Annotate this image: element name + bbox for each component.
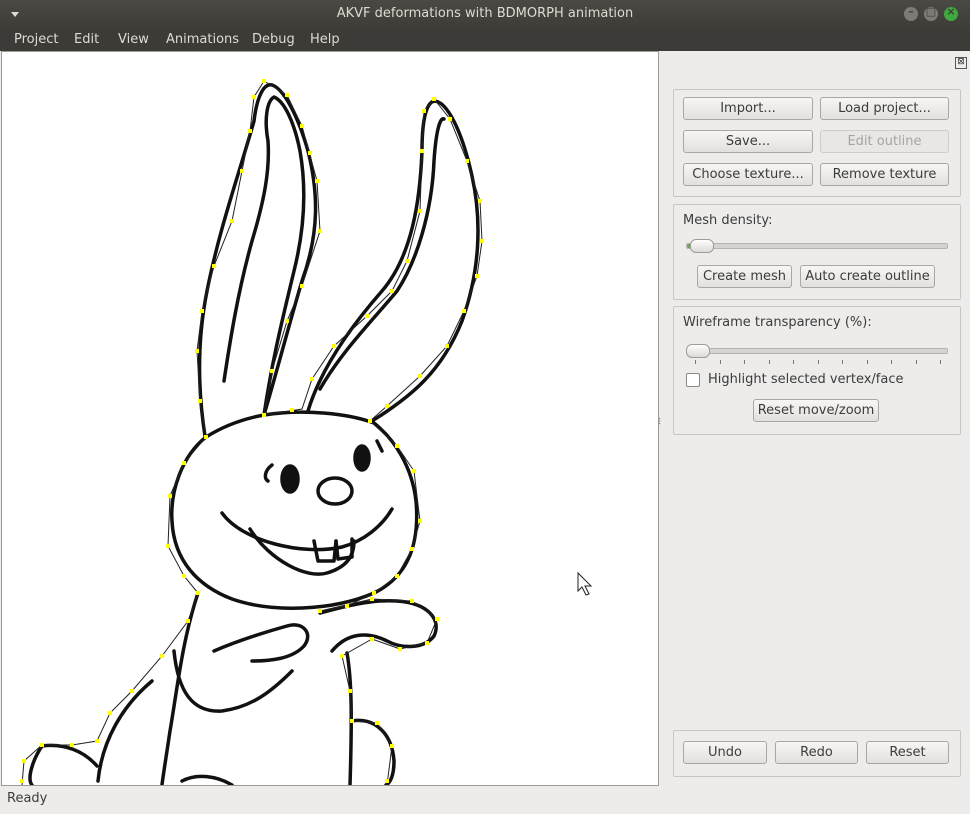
load-project-button[interactable]: Load project...: [820, 97, 949, 120]
slider-tick: [769, 360, 770, 364]
remove-texture-button[interactable]: Remove texture: [820, 163, 949, 186]
undo-button[interactable]: Undo: [683, 741, 767, 764]
status-text: Ready: [7, 791, 48, 806]
auto-create-outline-button[interactable]: Auto create outline: [800, 265, 935, 288]
slider-tick: [793, 360, 794, 364]
menu-edit[interactable]: Edit: [74, 32, 99, 47]
menu-bar: Project Edit View Animations Debug Help: [0, 29, 970, 51]
dock-close-icon: ⊠: [957, 57, 965, 67]
title-bar: AKVF deformations with BDMORPH animation…: [0, 0, 970, 29]
menu-view[interactable]: View: [118, 32, 149, 47]
splitter-handle[interactable]: [658, 414, 661, 425]
reset-move-zoom-button[interactable]: Reset move/zoom: [753, 399, 879, 422]
slider-tick: [720, 360, 721, 364]
wireframe-transparency-handle[interactable]: [686, 344, 710, 358]
maximize-button[interactable]: □: [924, 5, 938, 21]
slider-tick: [916, 360, 917, 364]
highlight-selected-checkbox[interactable]: [686, 373, 700, 387]
drawing-canvas[interactable]: [1, 51, 659, 786]
splitter-grip-icon: [658, 417, 661, 425]
rabbit-texture: [20, 79, 593, 785]
status-bar: Ready: [0, 786, 970, 814]
dock-close-button[interactable]: ⊠: [955, 57, 967, 69]
choose-texture-button[interactable]: Choose texture...: [683, 163, 813, 186]
mesh-density-label: Mesh density:: [683, 213, 773, 228]
wireframe-transparency-label: Wireframe transparency (%):: [683, 315, 872, 330]
menu-debug[interactable]: Debug: [252, 32, 295, 47]
reset-button[interactable]: Reset: [866, 741, 949, 764]
slider-tick: [940, 360, 941, 364]
minimize-icon: –: [908, 5, 914, 18]
close-button[interactable]: ×: [944, 5, 958, 21]
menu-project[interactable]: Project: [14, 32, 58, 47]
mesh-density-handle[interactable]: [690, 239, 714, 253]
slider-tick: [744, 360, 745, 364]
menu-help[interactable]: Help: [310, 32, 340, 47]
menu-animations[interactable]: Animations: [166, 32, 239, 47]
slider-tick: [867, 360, 868, 364]
save-button[interactable]: Save...: [683, 130, 813, 153]
window-title: AKVF deformations with BDMORPH animation: [336, 6, 634, 21]
slider-tick: [695, 360, 696, 364]
import-button[interactable]: Import...: [683, 97, 813, 120]
highlight-selected-label[interactable]: Highlight selected vertex/face: [708, 372, 904, 387]
edit-outline-button[interactable]: Edit outline: [820, 130, 949, 153]
close-icon: ×: [946, 5, 956, 18]
slider-tick: [842, 360, 843, 364]
maximize-icon: □: [925, 5, 937, 18]
mesh-density-slider[interactable]: [686, 243, 948, 249]
redo-button[interactable]: Redo: [775, 741, 858, 764]
minimize-button[interactable]: –: [904, 5, 918, 21]
wireframe-transparency-slider[interactable]: [686, 348, 948, 354]
create-mesh-button[interactable]: Create mesh: [697, 265, 792, 288]
slider-tick: [818, 360, 819, 364]
slider-tick: [891, 360, 892, 364]
